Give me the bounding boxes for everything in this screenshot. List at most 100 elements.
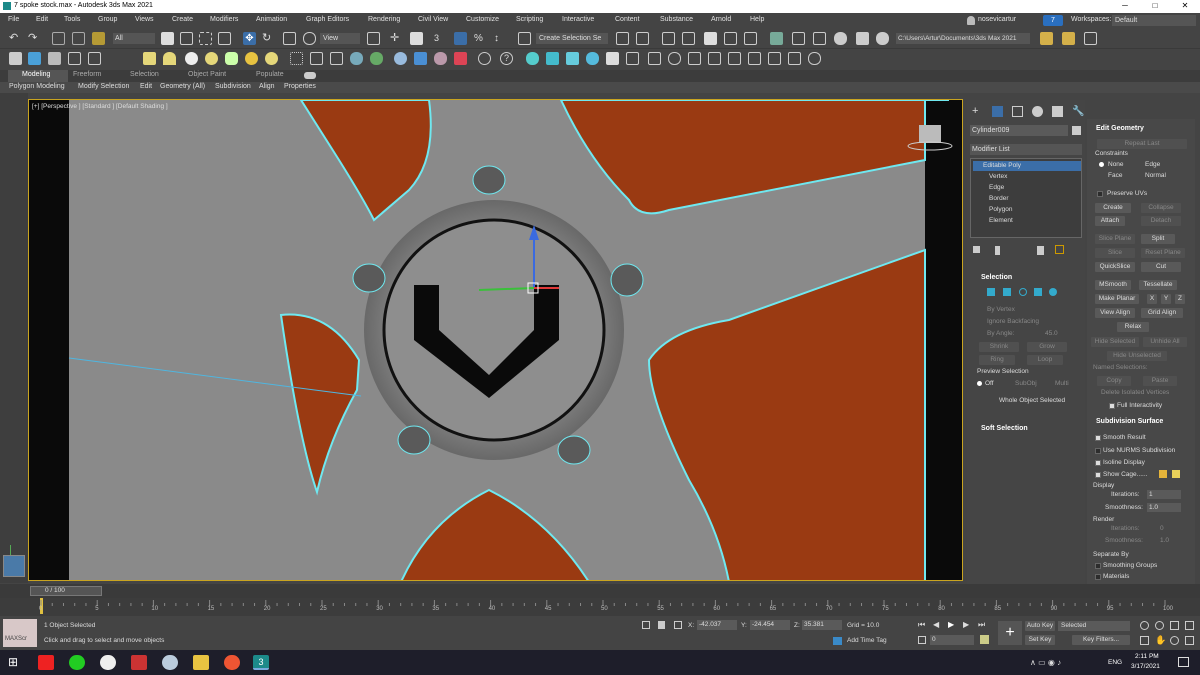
- show-cage-checkbox[interactable]: [1095, 472, 1101, 478]
- reference-coord-dropdown[interactable]: View: [320, 33, 360, 44]
- scene-icon-3[interactable]: [48, 52, 61, 65]
- project-folder-icon[interactable]: [1062, 32, 1075, 45]
- helper-icon-1[interactable]: [648, 52, 661, 65]
- tab-object-paint[interactable]: Object Paint: [188, 71, 226, 78]
- smoothness-spinner[interactable]: 1.0: [1147, 503, 1181, 512]
- menu-substance[interactable]: Substance: [660, 16, 693, 23]
- helper-icon-7[interactable]: [768, 52, 781, 65]
- particles-icon[interactable]: [290, 52, 303, 65]
- maximize-button[interactable]: □: [1140, 0, 1170, 13]
- menu-modifiers[interactable]: Modifiers: [210, 16, 238, 23]
- spinner-snap-icon[interactable]: ↕: [494, 32, 507, 45]
- clock-date[interactable]: 3/17/2021: [1131, 663, 1160, 670]
- cage-color-1[interactable]: [1159, 470, 1167, 478]
- cut-button[interactable]: Cut: [1141, 262, 1181, 272]
- helper-icon-6[interactable]: [748, 52, 761, 65]
- scene-icon-1[interactable]: [9, 52, 22, 65]
- modifier-icon-2[interactable]: [350, 52, 363, 65]
- isolate-icon[interactable]: [642, 621, 650, 629]
- z-coord-field[interactable]: 35.381: [802, 620, 842, 630]
- app-cloud-icon[interactable]: [162, 655, 178, 670]
- light-icon-4[interactable]: [586, 52, 599, 65]
- helper-icon-3[interactable]: [688, 52, 701, 65]
- object-color-swatch[interactable]: [1072, 126, 1081, 135]
- file-explorer-icon[interactable]: [193, 655, 209, 670]
- preview-off-radio[interactable]: [977, 381, 982, 386]
- pivot-center-icon[interactable]: [367, 32, 380, 45]
- go-start-icon[interactable]: ⏮: [918, 621, 926, 629]
- y-coord-field[interactable]: -24.454: [750, 620, 790, 630]
- menu-rendering[interactable]: Rendering: [368, 16, 400, 23]
- angle-snap-icon[interactable]: [454, 32, 467, 45]
- stack-edge[interactable]: Edge: [989, 184, 1004, 191]
- lock-icon[interactable]: [658, 621, 665, 629]
- menu-file[interactable]: File: [8, 16, 19, 23]
- time-slider-thumb[interactable]: [30, 586, 102, 596]
- helper-icon-5[interactable]: [728, 52, 741, 65]
- shrink-button[interactable]: Shrink: [979, 342, 1019, 352]
- display-tab-icon[interactable]: [1052, 106, 1063, 117]
- constraint-edge-label[interactable]: Edge: [1145, 161, 1160, 168]
- menu-help[interactable]: Help: [750, 16, 764, 23]
- hide-selected-button[interactable]: Hide Selected: [1091, 337, 1139, 347]
- make-planar-button[interactable]: Make Planar: [1095, 294, 1139, 304]
- perspective-viewport[interactable]: [+] [Perspective ] [Standard ] [Default …: [28, 99, 963, 581]
- account-user[interactable]: nosevicartur: [978, 16, 1016, 23]
- stack-polygon[interactable]: Polygon: [989, 206, 1013, 213]
- youtube-icon[interactable]: [38, 655, 54, 670]
- select-manipulate-icon[interactable]: ✛: [390, 32, 403, 45]
- copy-button[interactable]: Copy: [1097, 376, 1131, 386]
- create-tab-icon[interactable]: +: [972, 106, 983, 117]
- scene-icon-2[interactable]: [28, 52, 41, 65]
- notification-badge[interactable]: 7: [1043, 15, 1063, 26]
- auto-key-button[interactable]: Auto Key: [1025, 621, 1055, 631]
- soft-selection-rollout-title[interactable]: Soft Selection: [981, 425, 1028, 432]
- configure-sets-icon[interactable]: [1055, 245, 1064, 254]
- menu-group[interactable]: Group: [98, 16, 117, 23]
- subdivision-title[interactable]: Subdivision Surface: [1096, 418, 1163, 425]
- preview-icon[interactable]: [478, 52, 491, 65]
- remove-modifier-icon[interactable]: [1037, 246, 1044, 255]
- panel-edit[interactable]: Edit: [140, 83, 152, 90]
- lightbulb-icon[interactable]: [808, 52, 821, 65]
- curve-editor-icon[interactable]: [724, 32, 737, 45]
- hide-unselected-button[interactable]: Hide Unselected: [1107, 351, 1167, 361]
- element-select-icon[interactable]: [1049, 288, 1057, 296]
- key-mode-icon[interactable]: [918, 636, 926, 644]
- viewport-label[interactable]: [+] [Perspective ] [Standard ] [Default …: [32, 103, 168, 110]
- track-bar[interactable]: [0, 598, 1200, 616]
- paint-icon[interactable]: [310, 52, 323, 65]
- helper-icon-8[interactable]: [788, 52, 801, 65]
- split-button[interactable]: Split: [1141, 234, 1175, 244]
- camera-icon-1[interactable]: [606, 52, 619, 65]
- time-config-icon[interactable]: [980, 635, 989, 644]
- modifier-icon-1[interactable]: [330, 52, 343, 65]
- zoom-all-icon[interactable]: [1155, 621, 1164, 630]
- go-end-icon[interactable]: ⏭: [978, 621, 986, 629]
- box-icon[interactable]: [143, 52, 156, 65]
- panel-properties[interactable]: Properties: [284, 83, 316, 90]
- close-button[interactable]: ✕: [1170, 0, 1200, 13]
- menu-scripting[interactable]: Scripting: [516, 16, 543, 23]
- notifications-icon[interactable]: [1178, 657, 1189, 667]
- key-filters-button[interactable]: Key Filters...: [1072, 635, 1130, 645]
- panel-polygon-modeling[interactable]: Polygon Modeling: [9, 83, 65, 90]
- light-icon-1[interactable]: [526, 52, 539, 65]
- render-cloud-icon[interactable]: [876, 32, 889, 45]
- time-tag-icon[interactable]: [833, 637, 842, 645]
- light-icon-3[interactable]: [566, 52, 579, 65]
- bind-space-warp-icon[interactable]: [92, 32, 105, 45]
- ignore-backfacing-label[interactable]: Ignore Backfacing: [987, 318, 1039, 325]
- teapot-icon[interactable]: [225, 52, 238, 65]
- render-smoothness-value[interactable]: 1.0: [1160, 537, 1169, 544]
- select-by-name-icon[interactable]: [180, 32, 193, 45]
- delete-isolated-label[interactable]: Delete Isolated Vertices: [1101, 389, 1169, 396]
- hierarchy-tab-icon[interactable]: [1012, 106, 1023, 117]
- modifier-list-dropdown[interactable]: Modifier List: [970, 144, 1082, 155]
- tessellate-button[interactable]: Tessellate: [1139, 280, 1177, 290]
- zoom-extents-all-icon[interactable]: [1185, 621, 1194, 630]
- material-icon-3[interactable]: [454, 52, 467, 65]
- slice-plane-button[interactable]: Slice Plane: [1095, 234, 1135, 244]
- selection-rollout-title[interactable]: Selection: [981, 274, 1012, 281]
- loop-button[interactable]: Loop: [1027, 355, 1063, 365]
